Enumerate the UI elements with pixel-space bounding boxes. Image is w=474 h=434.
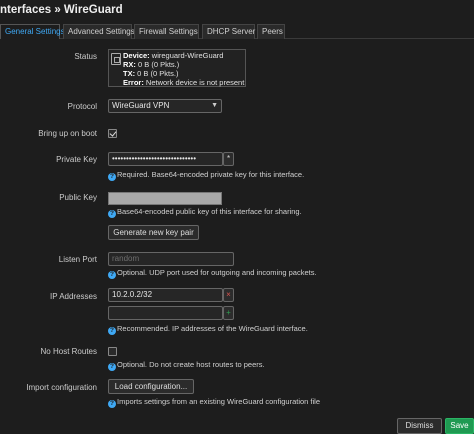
- chevron-down-icon: ▼: [211, 102, 218, 109]
- no-host-routes-help: ? Optional. Do not create host routes to …: [108, 360, 265, 371]
- help-icon: ?: [108, 173, 116, 181]
- help-icon: ?: [108, 363, 116, 371]
- add-ip-button[interactable]: +: [223, 306, 234, 320]
- status-tx-line: TX: 0 B (0 Pkts.): [123, 69, 179, 78]
- tab-advanced-settings[interactable]: Advanced Settings: [63, 24, 135, 39]
- ip-address-input[interactable]: 10.2.0.2/32: [108, 288, 223, 302]
- protocol-select[interactable]: WireGuard VPN ▼: [108, 99, 222, 113]
- ip-addresses-help: ? Recommended. IP addresses of the WireGu…: [108, 324, 308, 335]
- tab-dhcp-server[interactable]: DHCP Server: [202, 24, 255, 39]
- private-key-input[interactable]: ••••••••••••••••••••••••••••••: [108, 152, 223, 166]
- network-device-icon: [111, 53, 121, 65]
- public-key-help: ? Base64-encoded public key of this inter…: [108, 207, 302, 218]
- import-config-label: Import configuration: [26, 383, 97, 392]
- save-button[interactable]: Save: [445, 418, 474, 434]
- help-icon: ?: [108, 400, 116, 408]
- page-title: nterfaces » WireGuard: [0, 4, 123, 16]
- dismiss-button[interactable]: Dismiss: [397, 418, 442, 434]
- import-config-help: ? Imports settings from an existing WireG…: [108, 397, 321, 408]
- new-ip-address-input[interactable]: [108, 306, 223, 320]
- reveal-key-button[interactable]: *: [223, 152, 234, 166]
- tab-peers[interactable]: Peers: [257, 24, 285, 39]
- private-key-help: ? Required. Base64-encoded private key fo…: [108, 170, 305, 181]
- no-host-routes-label: No Host Routes: [40, 347, 97, 356]
- bring-up-label: Bring up on boot: [38, 129, 97, 138]
- tab-general-settings[interactable]: General Settings: [0, 24, 65, 39]
- ip-addresses-label: IP Addresses: [50, 292, 97, 301]
- protocol-value: WireGuard VPN: [112, 101, 170, 110]
- status-device-line: Device: wireguard-WireGuard: [123, 51, 224, 60]
- listen-port-help: ? Optional. UDP port used for outgoing an…: [108, 268, 317, 279]
- listen-port-label: Listen Port: [58, 255, 97, 264]
- tab-firewall-settings[interactable]: Firewall Settings: [134, 24, 199, 39]
- remove-ip-button[interactable]: ×: [223, 288, 234, 302]
- bring-up-checkbox[interactable]: [108, 129, 117, 138]
- public-key-label: Public Key: [59, 193, 97, 202]
- status-box: Device: wireguard-WireGuard RX: 0 B (0 P…: [108, 49, 246, 87]
- listen-port-input[interactable]: random: [108, 252, 234, 266]
- status-rx-line: RX: 0 B (0 Pkts.): [123, 60, 180, 69]
- generate-key-pair-button[interactable]: Generate new key pair: [108, 225, 199, 240]
- status-error-line: Error: Network device is not present: [123, 78, 245, 87]
- help-icon: ?: [108, 210, 116, 218]
- load-configuration-button[interactable]: Load configuration...: [108, 379, 194, 394]
- status-label: Status: [74, 52, 97, 61]
- private-key-label: Private Key: [56, 155, 97, 164]
- help-icon: ?: [108, 327, 116, 335]
- public-key-field: [108, 192, 222, 205]
- no-host-routes-checkbox[interactable]: [108, 347, 117, 356]
- help-icon: ?: [108, 271, 116, 279]
- protocol-label: Protocol: [67, 102, 97, 111]
- tab-bar: General Settings Advanced Settings Firew…: [0, 24, 474, 39]
